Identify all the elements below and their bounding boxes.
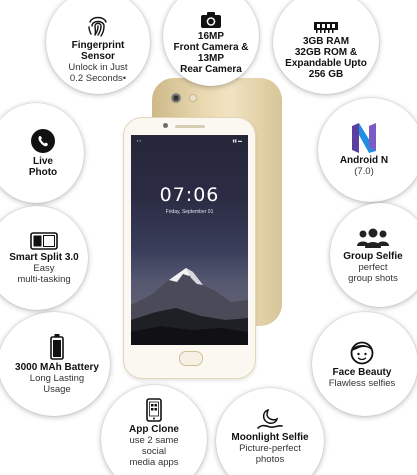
rear-flash-icon (190, 95, 196, 101)
face-beauty-subtitle: Flawless selfies (328, 378, 396, 389)
status-bar: ▪ ▪ ▮▮ ▬ (137, 138, 242, 143)
home-fingerprint-button[interactable] (179, 351, 203, 366)
memory-title: 3GB RAM 32GB ROM & Expandable Upto 256 G… (285, 36, 367, 80)
camera-title: 16MP Front Camera & 13MP Rear Camera (173, 31, 249, 75)
split-screen-icon (30, 231, 58, 250)
group-selfie-subtitle: perfect group shots (348, 261, 398, 284)
phone-screen: ▪ ▪ ▮▮ ▬ 07:06 Friday, September 01 (131, 135, 248, 345)
group-selfie-title: Group Selfie (343, 250, 403, 262)
moonlight-icon (257, 408, 283, 429)
app-clone-icon (146, 398, 162, 422)
battery-title: 3000 MAh Battery (15, 361, 99, 373)
face-icon (350, 341, 374, 365)
app-clone-title: App Clone (129, 424, 179, 435)
status-left: ▪ ▪ (137, 138, 141, 143)
feature-smart-split: Smart Split 3.0 Easy multi-tasking (0, 206, 88, 310)
android-title: Android N (339, 155, 389, 166)
feature-moonlight-selfie: Moonlight Selfie Picture-perfect photos (216, 388, 324, 475)
rear-camera-icon (170, 92, 182, 104)
feature-face-beauty: Face Beauty Flawless selfies (312, 312, 417, 416)
lock-screen-time: 07:06 (159, 184, 220, 206)
battery-icon (50, 333, 64, 360)
product-infographic: ▪ ▪ ▮▮ ▬ 07:06 Friday, September 01 Fing… (0, 0, 417, 475)
feature-camera: 16MP Front Camera & 13MP Rear Camera (163, 0, 259, 86)
feature-android: Android N (7.0) (318, 98, 417, 202)
moonlight-title: Moonlight Selfie (231, 431, 309, 443)
android-n-icon (352, 123, 376, 153)
fingerprint-title: Fingerprint Sensor (71, 40, 125, 62)
camera-icon (201, 12, 221, 28)
battery-subtitle: Long Lasting Usage (29, 372, 85, 395)
feature-live-photo: Live Photo (0, 103, 84, 203)
feature-group-selfie: Group Selfie perfect group shots (330, 203, 417, 307)
feature-battery: 3000 MAh Battery Long Lasting Usage (0, 312, 110, 416)
status-right: ▮▮ ▬ (232, 138, 242, 143)
app-clone-subtitle: use 2 same social media apps (129, 435, 179, 468)
group-icon (357, 228, 389, 248)
feature-memory: 3GB RAM 32GB ROM & Expandable Upto 256 G… (273, 0, 379, 94)
front-camera-icon (163, 123, 168, 128)
smart-split-title: Smart Split 3.0 (9, 251, 79, 263)
live-photo-icon (31, 129, 55, 153)
mountain-wallpaper-icon (131, 268, 248, 345)
live-photo-title: Live Photo (28, 156, 58, 178)
smart-split-subtitle: Easy multi-tasking (17, 262, 71, 285)
memory-chip-icon (314, 22, 338, 33)
android-subtitle: (7.0) (354, 166, 374, 177)
earpiece-speaker (175, 125, 205, 128)
face-beauty-title: Face Beauty (332, 367, 392, 378)
fingerprint-subtitle: Unlock in Just 0.2 Seconds• (68, 62, 128, 84)
moonlight-subtitle: Picture-perfect photos (239, 442, 301, 465)
lock-screen-date: Friday, September 01 (165, 209, 214, 215)
feature-app-clone: App Clone use 2 same social media apps (101, 385, 207, 475)
feature-fingerprint: Fingerprint Sensor Unlock in Just 0.2 Se… (46, 0, 150, 94)
fingerprint-icon (88, 16, 107, 37)
